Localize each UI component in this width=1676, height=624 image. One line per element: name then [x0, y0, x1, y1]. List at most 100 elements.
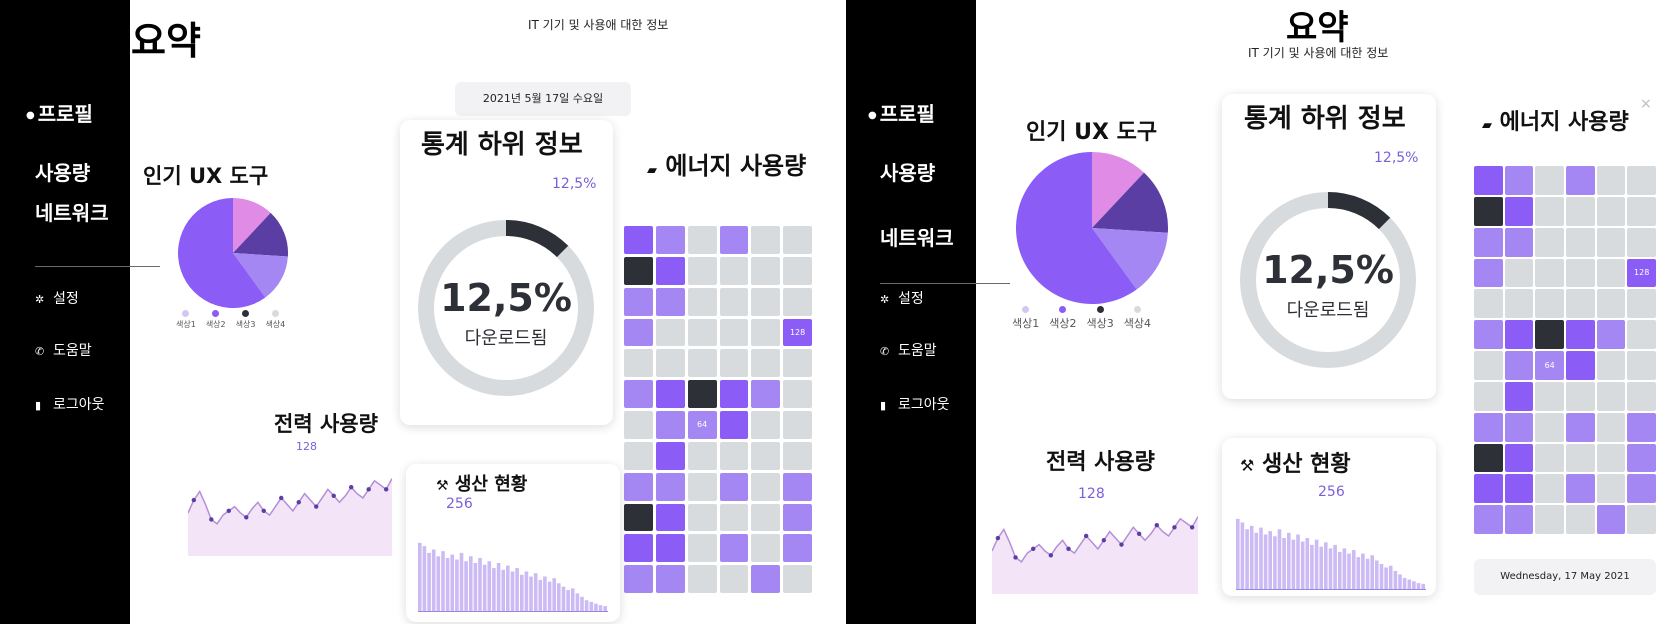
legend-item: 색상2	[206, 310, 226, 330]
production-value: 256	[1318, 484, 1345, 500]
power-value: 128	[296, 440, 317, 453]
heatmap-cell	[751, 256, 781, 285]
sidebar-item-profile[interactable]: ● 프로필	[26, 98, 93, 127]
sidebar-item-logout[interactable]: ▮ 로그아웃	[35, 394, 105, 414]
ux-tools-pie-a	[178, 198, 288, 308]
ux-tools-legend-b: 색상1 색상2 색상3 색상4	[1012, 306, 1161, 331]
heatmap-cell	[719, 380, 749, 408]
heatmap-cell	[719, 256, 749, 285]
heatmap-cell	[1474, 474, 1503, 504]
area-point	[1048, 553, 1054, 558]
heatmap-cell	[751, 287, 781, 316]
heatmap-cell	[751, 226, 781, 254]
heatmap-cell	[1504, 412, 1534, 442]
sidebar-item-profile[interactable]: ● 프로필	[868, 98, 935, 127]
profile-icon: ●	[868, 110, 877, 121]
power-area-chart-a	[188, 478, 392, 556]
area-point	[383, 487, 389, 492]
stats-percent: 12,5%	[1374, 150, 1419, 166]
production-bar	[436, 556, 441, 612]
heatmap-cell	[1474, 166, 1503, 195]
production-bar	[1259, 527, 1263, 590]
production-bar	[557, 583, 561, 612]
heatmap-cell	[783, 226, 812, 254]
legend-label: 색상2	[1049, 317, 1077, 330]
legend-swatch	[1133, 306, 1141, 313]
sidebar-item-help[interactable]: ✆ 도움말	[35, 340, 92, 360]
heatmap-cell	[1535, 320, 1564, 349]
area-point	[1136, 531, 1142, 536]
heatmap-cell	[1504, 320, 1534, 349]
heatmap-cell	[624, 287, 653, 316]
dashboard-variant-b: ● 프로필 사용량 네트워크 ✲ 설정 ✆ 도움말 ▮ 로그아웃 요약 IT 기기 및 …	[846, 0, 1676, 624]
production-bar	[520, 574, 524, 612]
production-bar	[570, 588, 575, 612]
heatmap-cell	[1535, 443, 1564, 473]
heatmap-cell	[1565, 412, 1595, 442]
legend-label: 색상3	[1086, 317, 1114, 330]
stats-percent: 12,5%	[552, 176, 597, 192]
heatmap-cell	[687, 256, 717, 285]
heatmap-cell	[1627, 381, 1656, 411]
production-bar	[1402, 577, 1407, 590]
production-bar	[1314, 539, 1319, 590]
heatmap-cell	[655, 534, 685, 563]
heatmap-cell	[1565, 320, 1595, 349]
sidebar-item-usage[interactable]: 사용량	[35, 157, 90, 186]
sidebar-item-settings[interactable]: ✲ 설정	[35, 288, 79, 308]
heatmap-cell	[719, 534, 749, 563]
production-bar	[1296, 534, 1300, 590]
production-bar	[418, 542, 422, 612]
energy-title: ▰ 에너지 사용량	[647, 152, 807, 180]
heatmap-cell	[655, 226, 685, 254]
heatmap-cell	[624, 441, 653, 470]
heatmap-cell	[1596, 166, 1626, 195]
heatmap-cell-label: 128	[789, 327, 806, 337]
sidebar-item-logout[interactable]: ▮ 로그아웃	[880, 394, 950, 414]
heatmap-cell	[1565, 258, 1595, 288]
production-bar	[1240, 522, 1245, 590]
stats-caption: 다운로드됨	[464, 328, 548, 349]
production-bar	[575, 593, 580, 612]
heatmap-cell-label: 64	[1544, 360, 1555, 370]
sidebar-divider	[35, 266, 160, 267]
close-icon[interactable]: ×	[1640, 96, 1652, 112]
sidebar-item-help[interactable]: ✆ 도움말	[880, 340, 937, 360]
production-bar	[1351, 550, 1356, 590]
heatmap-cell	[655, 472, 685, 501]
heatmap-cell	[1627, 227, 1656, 257]
heatmap-cell	[687, 287, 717, 316]
folder-icon: ▰	[647, 163, 657, 178]
sidebar-item-network[interactable]: 네트워크	[880, 222, 954, 251]
production-bar-chart-a	[418, 542, 608, 612]
heatmap-cell	[687, 503, 717, 532]
heatmap-cell	[1627, 166, 1656, 195]
heatmap-cell	[1535, 289, 1564, 319]
heatmap-cell	[751, 441, 781, 470]
sidebar-item-network[interactable]: 네트워크	[35, 197, 109, 226]
legend-swatch	[1022, 306, 1030, 313]
sidebar-item-settings[interactable]: ✲ 설정	[880, 288, 924, 308]
production-bar	[1273, 536, 1277, 590]
heatmap-cell	[719, 503, 749, 532]
sidebar: ● 프로필 사용량 네트워크 ✲ 설정 ✆ 도움말 ▮ 로그아웃	[0, 0, 130, 624]
area-point	[261, 508, 266, 514]
page-subtitle: IT 기기 및 사용에 대한 정보	[1248, 46, 1389, 60]
area-point	[209, 517, 214, 522]
page-title: 요약	[1286, 8, 1349, 48]
legend-item: 색상3	[1087, 306, 1114, 331]
production-bar	[1393, 570, 1398, 590]
production-bar	[1333, 544, 1337, 590]
heatmap-cell	[655, 287, 685, 316]
area-point	[191, 497, 197, 503]
production-bar	[1416, 583, 1421, 590]
heatmap-cell	[1627, 289, 1656, 319]
sidebar-item-usage[interactable]: 사용량	[880, 157, 935, 186]
heatmap-cell	[1474, 227, 1503, 257]
heatmap-cell	[1627, 320, 1656, 349]
heatmap-cell	[1535, 258, 1564, 288]
legend-item: 색상4	[1124, 306, 1151, 331]
production-bar	[459, 552, 464, 612]
production-bar	[506, 565, 510, 612]
production-bar	[501, 569, 505, 612]
